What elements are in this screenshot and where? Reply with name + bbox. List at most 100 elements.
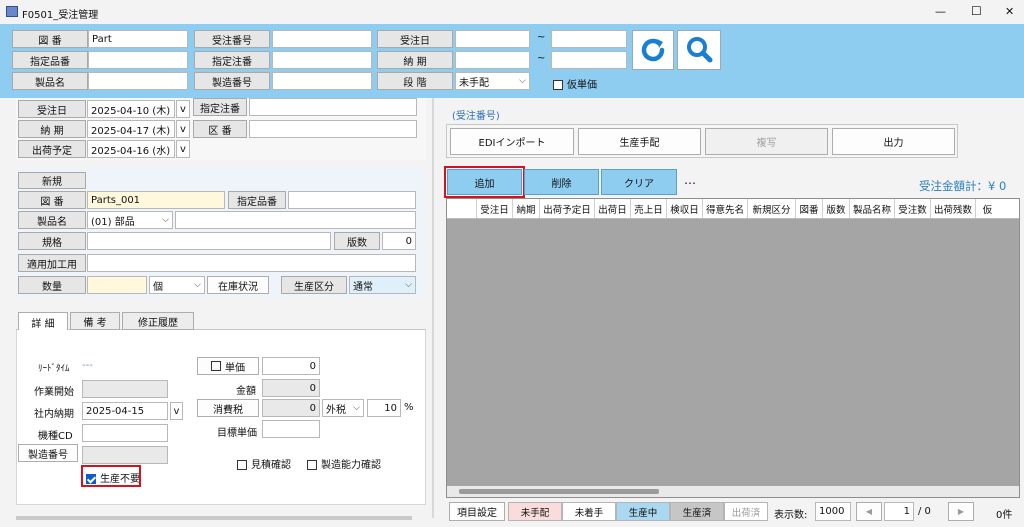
item-seisan-kubun-select[interactable]: 通常 ⌵ (349, 276, 416, 294)
grid-col-shukka-zansu[interactable]: 出荷残数 (931, 199, 976, 218)
checkbox-icon (211, 361, 221, 371)
search-shitei-chuban-label: 指定注番 (194, 51, 270, 69)
grid-col-zuban[interactable]: 図番 (796, 199, 823, 218)
search-juchu-bango-input[interactable] (272, 30, 372, 48)
item-seisan-kubun-value: 通常 (353, 281, 373, 293)
order-kuban-input[interactable] (249, 120, 417, 138)
order-noki-dropdown[interactable]: v (176, 120, 190, 138)
sakujo-button[interactable]: 削除 (524, 169, 599, 195)
seizo-bango-input[interactable] (82, 446, 168, 464)
mokuhyo-tanka-input[interactable] (262, 420, 320, 438)
kishu-cd-input[interactable] (82, 424, 168, 442)
order-shukka-dropdown[interactable]: v (176, 140, 190, 158)
search-icon (687, 37, 713, 63)
tax-mode-select[interactable]: 外税 ⌵ (322, 399, 364, 417)
clear-button[interactable]: クリア (601, 169, 677, 195)
edi-import-button[interactable]: EDIインポート (450, 128, 574, 155)
order-juchubi-dropdown[interactable]: v (176, 100, 190, 118)
tab-shosai[interactable]: 詳 細 (18, 312, 68, 331)
refresh-icon (641, 38, 665, 62)
kishu-cd-label: 機種CD (38, 431, 73, 442)
item-kikaku-input[interactable] (87, 232, 331, 250)
grid-col-juchubi[interactable]: 受注日 (477, 199, 513, 218)
kari-tanka-checkbox[interactable]: 仮単価 (553, 76, 597, 91)
refresh-button[interactable] (632, 30, 674, 70)
juchu-bango-link[interactable]: (受注番号) (452, 107, 500, 122)
search-noki-to[interactable] (551, 51, 627, 69)
item-unit-select[interactable]: 個 ⌵ (149, 276, 205, 294)
search-zuban-input[interactable]: Part (88, 30, 188, 48)
more-menu-icon[interactable]: … (684, 173, 696, 187)
grid-col-seihin-meisho[interactable]: 製品名称 (850, 199, 895, 218)
percent-sign: % (404, 402, 414, 413)
tab-biko[interactable]: 備 考 (70, 312, 120, 330)
item-suryo-input[interactable] (87, 276, 147, 294)
item-seihinmei-text[interactable] (175, 211, 416, 229)
koumoku-settei-button[interactable]: 項目設定 (449, 502, 505, 521)
minimize-icon[interactable]: — (935, 5, 946, 18)
item-zuban-input[interactable]: Parts_001 (87, 191, 225, 209)
search-juchubi-from[interactable] (455, 30, 530, 48)
shanai-noki-dropdown[interactable]: v (170, 402, 183, 420)
item-hansu-input[interactable]: 0 (382, 232, 416, 250)
tax-rate-input[interactable]: 10 (367, 399, 401, 417)
hyoji-su-input[interactable]: 1000 (815, 502, 851, 521)
search-shitei-chuban-input[interactable] (272, 51, 372, 69)
seisan-tehai-button[interactable]: 生産手配 (578, 128, 701, 155)
grid-scroll-thumb[interactable] (459, 489, 659, 494)
grid-horizontal-scrollbar[interactable] (447, 486, 1019, 497)
search-shitei-hinban-input[interactable] (88, 51, 188, 69)
search-juchu-bango-label: 受注番号 (194, 30, 270, 48)
page-total: / 0 (918, 506, 931, 517)
grid-col-kari[interactable]: 仮 (976, 199, 999, 218)
grid-col-tokuisaki[interactable]: 得意先名 (703, 199, 748, 218)
item-seihinmei-value: (01) 部品 (91, 216, 135, 228)
search-button[interactable] (677, 30, 721, 70)
item-seihinmei-select[interactable]: (01) 部品 ⌵ (87, 211, 173, 229)
window-title: F0501_受注管理 (22, 10, 99, 21)
shanai-noki-input[interactable]: 2025-04-15 (82, 402, 168, 420)
tanka-button[interactable]: 単価 (197, 357, 259, 375)
search-seihinmei-input[interactable] (88, 72, 188, 90)
maximize-icon[interactable]: ☐ (971, 4, 982, 18)
fukusha-button[interactable]: 複写 (705, 128, 828, 155)
order-juchubi-input[interactable]: 2025-04-10 (木) (87, 100, 175, 118)
shohizei-button[interactable]: 消費税 (197, 399, 259, 417)
item-tekiyo-input[interactable] (87, 254, 416, 272)
tab-shusei-rireki[interactable]: 修正履歴 (122, 312, 194, 330)
prev-page-button[interactable]: ◀ (856, 502, 882, 521)
close-icon[interactable]: ✕ (1005, 5, 1014, 18)
order-grid[interactable] (446, 198, 1020, 498)
grid-col-noki[interactable]: 納期 (513, 199, 540, 218)
search-noki-from[interactable] (455, 51, 530, 69)
search-seizo-bango-input[interactable] (272, 72, 372, 90)
grid-col-hansu[interactable]: 版数 (823, 199, 850, 218)
order-shukka-input[interactable]: 2025-04-16 (水) (87, 140, 175, 158)
grid-col-uriagebi[interactable]: 売上日 (631, 199, 667, 218)
grid-col-shinki-kubun[interactable]: 新規区分 (748, 199, 796, 218)
next-page-button[interactable]: ▶ (948, 502, 974, 521)
sagyo-kaishi-input[interactable] (82, 380, 168, 398)
chevron-right-icon: ▶ (957, 507, 965, 516)
panel-splitter[interactable] (432, 98, 434, 518)
item-shitei-hinban-input[interactable] (288, 191, 416, 209)
noryoku-checkbox[interactable]: 製造能力確認 (307, 456, 381, 471)
shutsuryoku-button[interactable]: 出力 (832, 128, 955, 155)
page-input[interactable]: 1 (884, 502, 914, 521)
grid-col-kenshubi[interactable]: 検収日 (667, 199, 703, 218)
seisan-fuyo-highlight (81, 465, 141, 487)
mitsumori-checkbox[interactable]: 見積確認 (237, 456, 291, 471)
search-dankai-select[interactable]: 未手配 ⌵ (455, 72, 530, 90)
left-bottom-scrollbar[interactable] (16, 516, 412, 520)
search-juchubi-to[interactable] (551, 30, 627, 48)
grid-col-shukkabi[interactable]: 出荷日 (595, 199, 631, 218)
status-seisanzumi: 生産済 (670, 502, 724, 521)
order-noki-input[interactable]: 2025-04-17 (木) (87, 120, 175, 138)
order-shitei-chuban-input[interactable] (249, 98, 417, 116)
grid-col-juchusu[interactable]: 受注数 (895, 199, 931, 218)
grid-col-shukka-yotei[interactable]: 出荷予定日 (540, 199, 595, 218)
item-shinki-label: 新規 (18, 172, 86, 189)
zaiko-button[interactable]: 在庫状況 (207, 276, 269, 294)
seizo-bango-button[interactable]: 製造番号 (18, 444, 78, 462)
tanka-input[interactable]: 0 (262, 357, 320, 375)
